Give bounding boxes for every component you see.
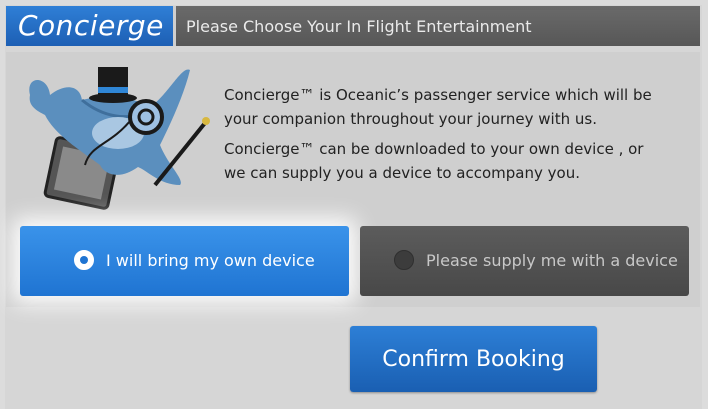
supply-device-radio[interactable] — [394, 250, 414, 270]
page-title: Please Choose Your In Flight Entertainme… — [186, 17, 532, 36]
own-device-radio[interactable] — [74, 250, 94, 270]
header-bar: Concierge Please Choose Your In Flight E… — [6, 6, 700, 46]
whale-butler-mascot-icon — [29, 67, 210, 210]
own-device-option[interactable]: I will bring my own device — [20, 226, 349, 296]
description-paragraph-1: Concierge™ is Oceanic’s passenger servic… — [224, 86, 652, 128]
description-paragraph-2: Concierge™ can be downloaded to your own… — [224, 140, 644, 182]
supply-device-option[interactable]: Please supply me with a device — [360, 226, 689, 296]
confirm-booking-button[interactable]: Confirm Booking — [350, 326, 597, 392]
brand-logo: Concierge — [6, 6, 176, 46]
top-hat-icon — [89, 67, 137, 103]
concierge-description: Concierge™ is Oceanic’s passenger servic… — [224, 83, 654, 191]
own-device-label: I will bring my own device — [106, 251, 315, 270]
supply-device-label: Please supply me with a device — [426, 251, 678, 270]
